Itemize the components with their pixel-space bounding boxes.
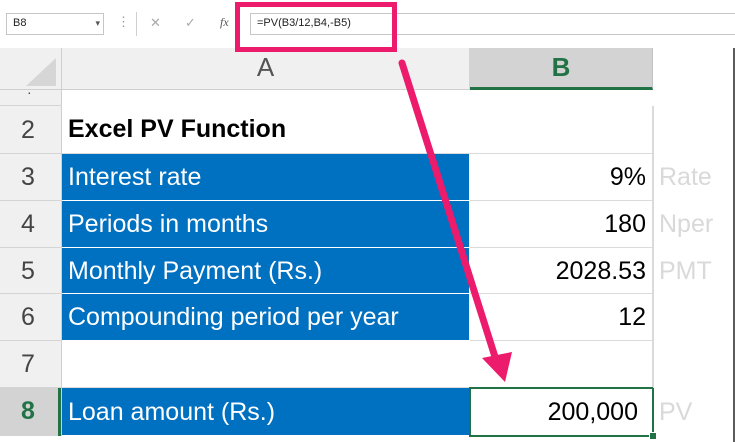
annotation-arrow-icon bbox=[398, 59, 512, 382]
